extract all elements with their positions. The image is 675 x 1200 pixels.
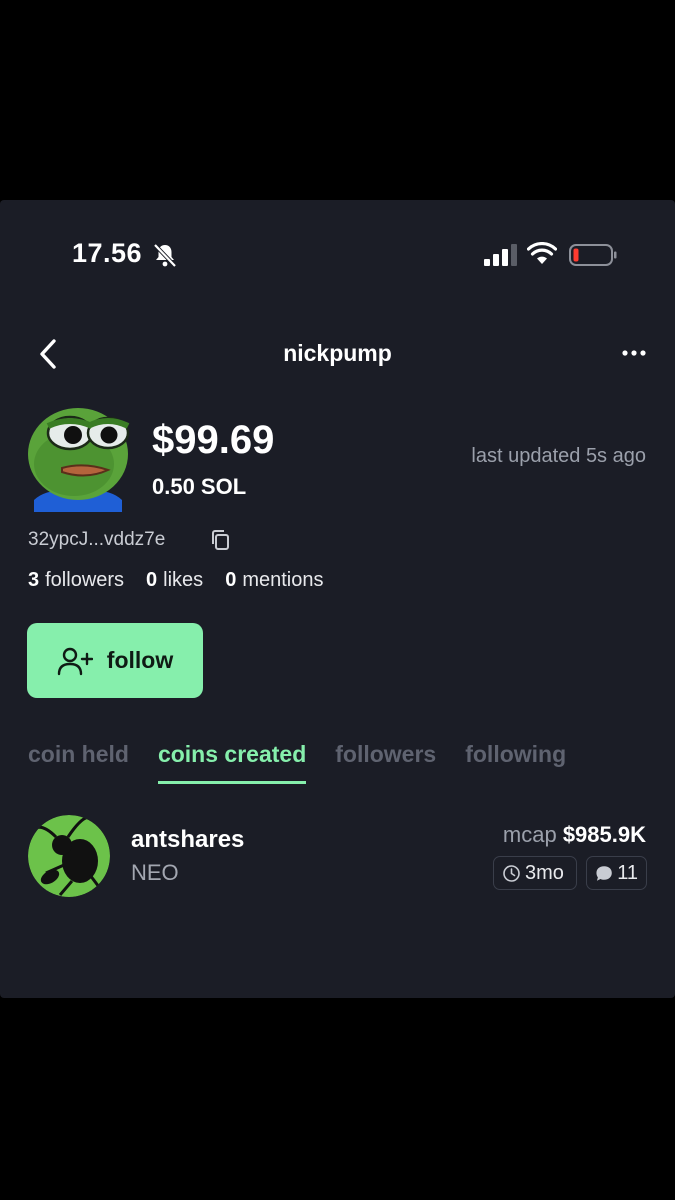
- profile-tabs: coin held coins created followers follow…: [28, 741, 566, 784]
- last-updated-text: last updated 5s ago: [471, 445, 646, 467]
- avatar: [28, 408, 130, 512]
- coin-image: [28, 815, 110, 897]
- tab-coin-held[interactable]: coin held: [28, 741, 129, 784]
- tab-coins-created[interactable]: coins created: [157, 741, 307, 784]
- tab-followers[interactable]: followers: [335, 741, 436, 784]
- coin-replies-badge: 11: [586, 856, 647, 890]
- status-time: 17.56: [72, 238, 143, 268]
- app-screen: 17.56 nickpump $99.69 0.50 SOL last upda…: [0, 200, 675, 998]
- coin-ticker: NEO: [131, 860, 179, 885]
- list-item[interactable]: antshares NEO mcap $985.9K 3mo 11: [0, 812, 675, 904]
- coin-name: antshares: [131, 826, 245, 853]
- wallet-address: 32ypcJ...vddz7e: [28, 529, 166, 550]
- add-user-icon: [57, 647, 93, 675]
- mentions-stat: 0 mentions: [225, 569, 324, 591]
- comment-icon: [596, 865, 612, 881]
- tab-following[interactable]: following: [465, 741, 566, 784]
- balance-usd: $99.69: [152, 418, 275, 462]
- likes-stat: 0 likes: [146, 569, 204, 591]
- bell-muted-icon: [153, 243, 177, 268]
- balance-sol: 0.50 SOL: [152, 474, 247, 499]
- clock-icon: [503, 864, 520, 882]
- follow-label: follow: [106, 647, 174, 673]
- copy-icon[interactable]: [210, 529, 230, 551]
- coin-mcap: mcap $985.9K: [502, 822, 646, 847]
- profile-stats: 3 followers 0 likes 0 mentions: [28, 569, 323, 592]
- followers-stat[interactable]: 3 followers: [28, 569, 124, 592]
- battery-low-icon: [569, 244, 617, 266]
- signal-icon: [484, 244, 517, 266]
- coin-age-badge: 3mo: [493, 856, 577, 890]
- wifi-icon: [527, 242, 557, 264]
- follow-button[interactable]: follow: [27, 623, 203, 698]
- page-title: nickpump: [283, 340, 392, 366]
- more-options-button[interactable]: [618, 342, 650, 364]
